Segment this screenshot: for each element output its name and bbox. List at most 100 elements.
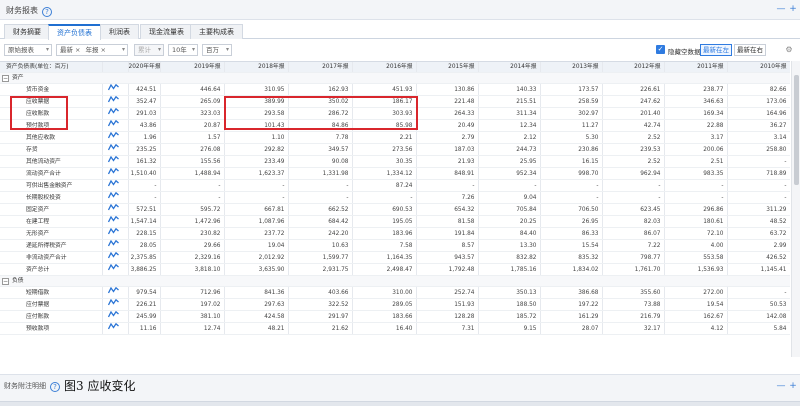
value-cell: 983.35 — [664, 167, 728, 181]
collapse-icon[interactable]: − — [2, 278, 9, 286]
table-row[interactable]: 固定资产 572.51 595.72 667.81 662.52 690.53 654.32… — [0, 203, 790, 217]
value-cell: 252.74 — [416, 286, 479, 300]
column-header[interactable]: 2018年报 — [224, 62, 289, 74]
trend-chart-icon[interactable] — [108, 252, 119, 259]
table-row[interactable]: 其他应收款 1.96 1.57 1.10 7.78 2.21 2.79 2.12 5.30 2.5… — [0, 131, 790, 145]
table-row[interactable]: 在建工程 1,547.14 1,472.96 1,087.96 684.42 195.05… — [0, 215, 790, 229]
tab-income-statement[interactable]: 利润表 — [100, 24, 139, 39]
column-header[interactable]: 2015年报 — [416, 62, 479, 74]
trend-chart-icon[interactable] — [108, 96, 119, 103]
value-cell: 215.51 — [478, 95, 541, 109]
minimize-icon[interactable]: — — [776, 4, 786, 14]
trend-chart-icon[interactable] — [108, 192, 119, 199]
trend-chart-icon[interactable] — [108, 311, 119, 318]
latest-right-button[interactable]: 最新在右 — [734, 44, 766, 56]
table-row[interactable]: 流动资产合计 1,510.40 1,488.94 1,623.37 1,331.98 1,… — [0, 167, 790, 181]
trend-chart-icon[interactable] — [108, 264, 119, 271]
trend-chart-icon[interactable] — [108, 84, 119, 91]
column-header[interactable]: 2020年年报 — [128, 62, 161, 74]
help-icon[interactable]: ? — [50, 382, 60, 392]
value-cell: 424.58 — [224, 310, 289, 324]
tab-balance-sheet[interactable]: 资产负债表 — [48, 24, 101, 40]
hide-empty-checkbox[interactable]: ✓ — [656, 45, 665, 54]
table-row[interactable]: 可供出售金融资产 - - - -87.24- - - - - - — [0, 179, 790, 193]
trend-chart-icon[interactable] — [108, 216, 119, 223]
table-row[interactable]: 应付账款 245.99 381.10 424.58 291.97 183.66 128.28… — [0, 310, 790, 324]
value-cell: 19.04 — [224, 239, 289, 253]
trend-chart-cell — [102, 191, 129, 205]
value-cell: 29.66 — [160, 239, 225, 253]
trend-chart-icon[interactable] — [108, 144, 119, 151]
unit-select[interactable]: 百万 ▾ — [202, 44, 232, 56]
table-section-row[interactable]: − 负债 — [0, 275, 790, 288]
trend-chart-icon[interactable] — [108, 240, 119, 247]
trend-chart-icon[interactable] — [108, 287, 119, 294]
trend-chart-icon[interactable] — [108, 168, 119, 175]
column-header[interactable]: 2019年报 — [160, 62, 225, 74]
trend-chart-icon[interactable] — [108, 323, 119, 330]
value-cell: - — [602, 191, 665, 205]
trend-chart-cell — [102, 155, 129, 169]
help-icon[interactable]: ? — [42, 7, 52, 17]
table-row[interactable]: 货币资金 424.51 446.64 310.95 162.93 451.93 130.86… — [0, 83, 790, 97]
cumulative-select[interactable]: 累计 ▾ — [134, 44, 164, 56]
value-cell: 72.10 — [664, 227, 728, 241]
report-type-select[interactable]: 原始报表 ▾ — [4, 44, 52, 56]
close-icon[interactable]: × — [101, 46, 106, 54]
column-header[interactable]: 2011年报 — [664, 62, 728, 74]
table-row[interactable]: 非流动资产合计 2,375.85 2,329.16 2,012.92 1,599.77 1… — [0, 251, 790, 265]
column-header[interactable]: 2014年报 — [478, 62, 541, 74]
minimize-icon[interactable]: — — [776, 381, 786, 391]
value-cell: 164.96 — [727, 107, 790, 121]
collapse-icon[interactable]: − — [2, 75, 9, 83]
value-cell: 16.15 — [540, 155, 603, 169]
trend-chart-icon[interactable] — [108, 120, 119, 127]
value-cell: 239.53 — [602, 143, 665, 157]
table-row[interactable]: 无形资产 228.15 230.82 237.72 242.20 183.96 191.84… — [0, 227, 790, 241]
trend-chart-icon[interactable] — [108, 204, 119, 211]
table-row[interactable]: 短期借款 979.54 712.96 841.36 403.66 310.00 252.74… — [0, 286, 790, 300]
column-header[interactable]: 2017年报 — [288, 62, 353, 74]
value-cell: 265.09 — [160, 95, 225, 109]
chevron-down-icon: ▾ — [121, 46, 125, 53]
column-header-item: 资产负债表(单位：百万) — [0, 62, 103, 74]
value-cell: 310.95 — [224, 83, 289, 97]
table-row[interactable]: 预收款项 11.16 12.74 48.21 21.62 16.40 7.31 9.15 28.… — [0, 322, 790, 336]
table-row[interactable]: 递延所得税资产 28.05 29.66 19.04 10.63 7.58 8.57 13.30… — [0, 239, 790, 253]
value-cell: 228.15 — [128, 227, 161, 241]
scrollbar-thumb[interactable] — [794, 75, 799, 185]
value-cell: 662.52 — [288, 203, 353, 217]
settings-icon[interactable]: ⚙ — [784, 45, 794, 55]
column-header[interactable]: 2012年报 — [602, 62, 665, 74]
trend-chart-icon[interactable] — [108, 228, 119, 235]
column-header[interactable]: 2010年报 — [727, 62, 790, 74]
trend-chart-icon[interactable] — [108, 132, 119, 139]
value-cell: 272.00 — [664, 286, 728, 300]
trend-chart-icon[interactable] — [108, 108, 119, 115]
table-row[interactable]: 存货 235.25 276.08 292.82 349.57 273.56 187.03 24… — [0, 143, 790, 157]
tab-cash-flow[interactable]: 现金流量表 — [140, 24, 193, 39]
tab-main-composition[interactable]: 主要构成表 — [190, 24, 243, 39]
trend-chart-icon[interactable] — [108, 156, 119, 163]
year-count-select[interactable]: 10年 ▾ — [168, 44, 198, 56]
expand-icon[interactable]: + — [788, 4, 798, 14]
value-cell: - — [128, 179, 161, 193]
value-cell: 322.52 — [288, 298, 353, 312]
table-section-row[interactable]: − 资产 — [0, 72, 790, 85]
table-row[interactable]: 长期股权投资 - - - - -7.26 9.04- - - - — [0, 191, 790, 205]
trend-chart-icon[interactable] — [108, 299, 119, 306]
latest-left-button[interactable]: 最新在左 — [700, 44, 732, 56]
table-row[interactable]: 资产总计 3,886.25 3,818.10 3,635.90 2,931.75 2,49… — [0, 263, 790, 277]
value-cell: 28.05 — [128, 239, 161, 253]
period-filter-select[interactable]: 最新 × 年报 × ▾ — [56, 44, 128, 56]
column-header[interactable]: 2013年报 — [540, 62, 603, 74]
value-cell: 155.56 — [160, 155, 225, 169]
trend-chart-icon[interactable] — [108, 180, 119, 187]
close-icon[interactable]: × — [75, 46, 80, 54]
expand-icon[interactable]: + — [788, 381, 798, 391]
tab-financial-summary[interactable]: 财务摘要 — [4, 24, 50, 39]
vertical-scrollbar[interactable] — [791, 61, 800, 357]
table-row[interactable]: 其他流动资产 161.32 155.56 233.49 90.08 30.35 21.93 2… — [0, 155, 790, 169]
column-header[interactable]: 2016年报 — [352, 62, 417, 74]
table-row[interactable]: 应付票据 226.21 197.02 297.63 322.52 289.05 151.93… — [0, 298, 790, 312]
